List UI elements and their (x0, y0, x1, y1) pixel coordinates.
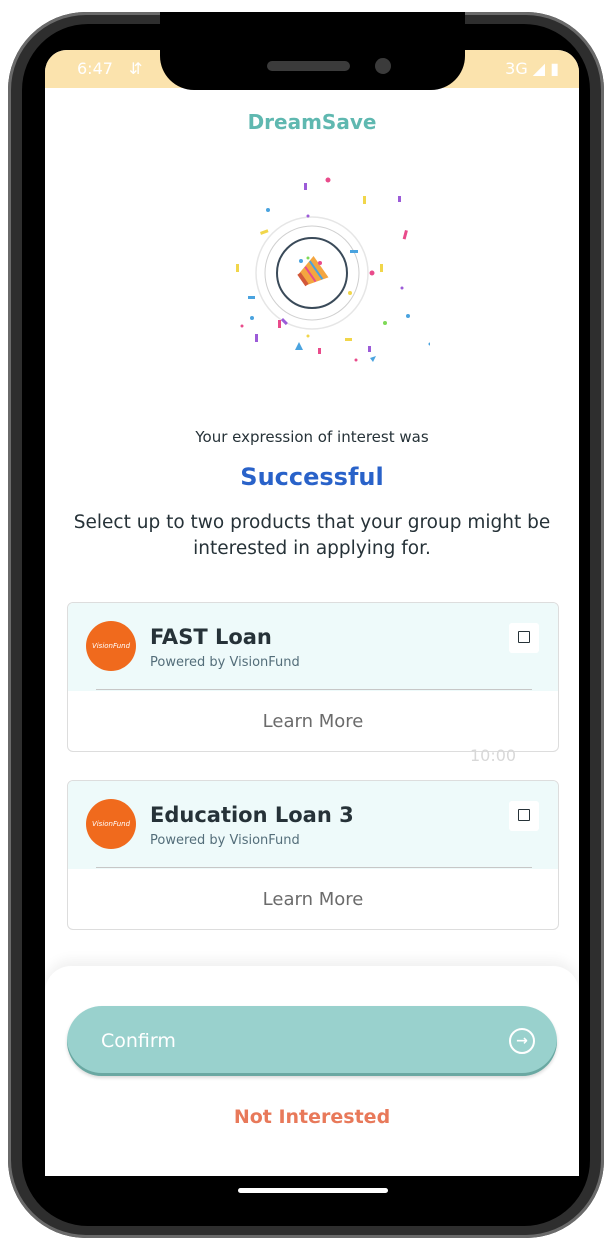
product-card-fast-loan: VisionFund FAST Loan Powered by VisionFu… (67, 602, 559, 752)
front-camera (375, 58, 391, 74)
arrow-right-circle-icon: → (509, 1028, 535, 1054)
message-line-1: Your expression of interest was (195, 428, 429, 446)
product-name: Education Loan 3 (150, 803, 354, 827)
checkbox-icon (518, 809, 530, 821)
product-card-header: VisionFund Education Loan 3 Powered by V… (68, 781, 558, 869)
celebration-icon (236, 177, 430, 362)
card-divider (96, 867, 532, 868)
not-interested-button[interactable]: Not Interested (45, 1106, 579, 1128)
ghost-timer-text: 10:00 (470, 746, 517, 765)
product-card-header: VisionFund FAST Loan Powered by VisionFu… (68, 603, 558, 691)
status-time: 6:47 (77, 59, 113, 78)
app-title: DreamSave (247, 110, 377, 134)
confirm-button[interactable]: Confirm → (67, 1006, 557, 1076)
screen: 6:47 ⇵ 3G ◢ ▮ DreamSave Your expression … (45, 50, 579, 1176)
home-indicator[interactable] (238, 1188, 388, 1193)
visionfund-logo: VisionFund (86, 621, 136, 671)
product-name: FAST Loan (150, 625, 272, 649)
card-divider (96, 689, 532, 690)
product-checkbox[interactable] (509, 801, 539, 831)
visionfund-logo: VisionFund (86, 799, 136, 849)
product-card-education-loan: VisionFund Education Loan 3 Powered by V… (67, 780, 559, 930)
confirm-label: Confirm (101, 1030, 176, 1052)
speaker-grille (267, 61, 350, 71)
checkbox-icon (518, 631, 530, 643)
product-checkbox[interactable] (509, 623, 539, 653)
bottom-action-sheet: Confirm → Not Interested (45, 966, 579, 1176)
network-status: 3G ◢ ▮ (505, 59, 559, 78)
product-provider: Powered by VisionFund (150, 655, 300, 670)
product-provider: Powered by VisionFund (150, 833, 300, 848)
instruction-text: Select up to two products that your grou… (73, 512, 551, 559)
learn-more-button[interactable]: Learn More (68, 711, 558, 732)
success-status: Successful (240, 463, 384, 491)
sync-icon: ⇵ (129, 59, 143, 78)
learn-more-button[interactable]: Learn More (68, 889, 558, 910)
phone-notch (160, 12, 465, 90)
